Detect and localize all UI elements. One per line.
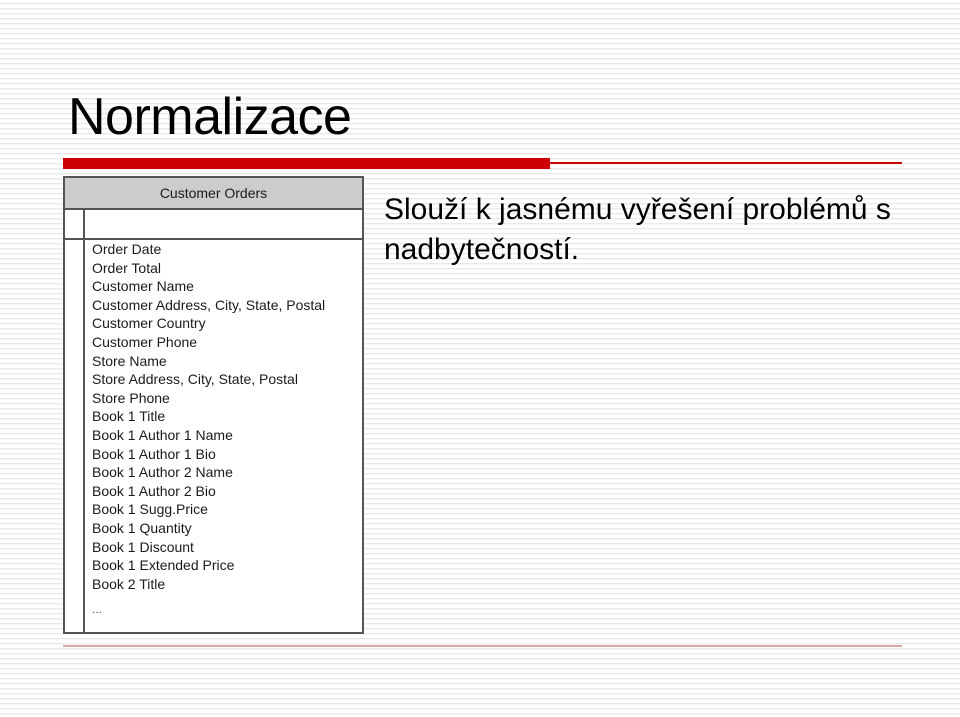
- field-list: Order Date Order Total Customer Name Custom…: [92, 240, 358, 619]
- entity-table-header: Customer Orders: [65, 178, 362, 210]
- field-list-item: Book 1 Author 1 Name: [92, 426, 233, 443]
- title-accent-bar: [63, 158, 550, 169]
- field-list-item: Store Phone: [92, 389, 170, 406]
- field-list-item: Book 2 Title: [92, 575, 166, 592]
- body-text: Slouží k jasnému vyřešení problémů s nad…: [384, 193, 891, 266]
- entity-table-body: Order Date Order Total Customer Name Custom…: [65, 210, 362, 632]
- field-list-item: Store Name: [92, 352, 167, 369]
- field-list-item: Book 1 Discount: [92, 538, 194, 555]
- field-list-item: Customer Address, City, State, Postal: [92, 296, 326, 313]
- field-list-item: Book 1 Sugg.Price: [92, 501, 208, 518]
- field-list-item: Book 1 Author 2 Name: [92, 464, 233, 481]
- field-list-item: Book 1 Title: [92, 408, 166, 425]
- field-list-item: Customer Phone: [92, 333, 198, 350]
- field-list-item: Book 1 Author 2 Bio: [92, 482, 216, 499]
- entity-table-blank-row: [65, 210, 362, 240]
- field-list-ellipsis: ...: [92, 602, 103, 617]
- field-list-item: Book 1 Author 1 Bio: [92, 445, 216, 462]
- title-accent-line: [550, 162, 902, 164]
- field-list-item: Order Date: [92, 241, 162, 257]
- field-list-item: Customer Name: [92, 278, 194, 295]
- entity-table: Customer Orders Order Date Order Total Cus…: [63, 176, 364, 634]
- field-list-item: Book 1 Extended Price: [92, 557, 235, 574]
- field-list-item: Book 1 Quantity: [92, 519, 192, 536]
- key-column-divider: [83, 210, 85, 632]
- field-list-item: Store Address, City, State, Postal: [92, 371, 298, 388]
- footer-rule: [63, 645, 902, 647]
- field-list-item: Customer Country: [92, 315, 206, 332]
- slide-canvas: Normalizace Customer Orders Order Date Or…: [0, 0, 960, 717]
- field-list-item: Order Total: [92, 259, 161, 276]
- page-title: Normalizace: [68, 88, 352, 146]
